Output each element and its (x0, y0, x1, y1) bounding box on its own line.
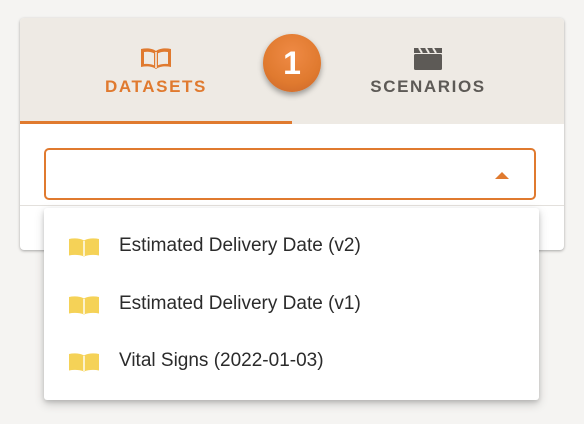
dropdown-option-label: Vital Signs (2022-01-03) (119, 350, 324, 371)
active-tab-indicator (20, 121, 292, 124)
dropdown-option[interactable]: Estimated Delivery Date (v1) (44, 275, 539, 333)
caret-up-icon (495, 172, 509, 179)
clapperboard-icon (413, 45, 443, 71)
step-badge: 1 (263, 34, 321, 92)
tab-datasets[interactable]: DATASETS (20, 18, 292, 124)
book-icon (139, 45, 173, 71)
book-icon (68, 295, 100, 315)
dataset-select[interactable] (44, 148, 536, 200)
dropdown-option[interactable]: Vital Signs (2022-01-03) (44, 332, 539, 390)
tab-scenarios-label: SCENARIOS (370, 77, 486, 96)
tab-scenarios[interactable]: SCENARIOS (292, 18, 564, 124)
divider (20, 205, 564, 206)
dataset-dropdown-menu: Estimated Delivery Date (v2) Estimated D… (44, 208, 539, 400)
dropdown-option[interactable]: Estimated Delivery Date (v2) (44, 217, 539, 275)
book-icon (68, 237, 100, 257)
book-icon (68, 352, 100, 372)
dropdown-option-label: Estimated Delivery Date (v2) (119, 235, 361, 256)
dropdown-option-label: Estimated Delivery Date (v1) (119, 293, 361, 314)
tab-datasets-label: DATASETS (105, 77, 207, 96)
